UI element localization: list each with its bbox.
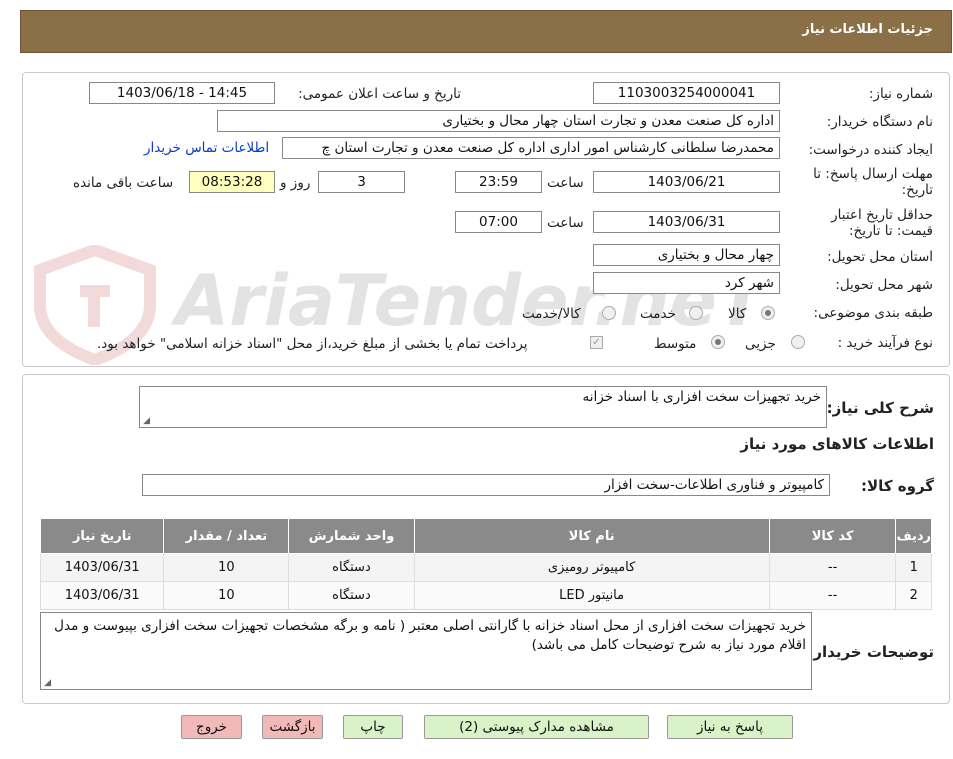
category-goods-label: کالا — [728, 306, 747, 322]
summary-label: شرح کلی نیاز: — [826, 399, 934, 417]
process-medium-label: متوسط — [654, 336, 697, 352]
days-label: روز و — [280, 175, 311, 191]
announce-field: 1403/06/18 - 14:45 — [89, 82, 275, 104]
goods-group-label: گروه کالا: — [861, 477, 934, 495]
goods-table: ردیف کد کالا نام کالا واحد شمارش تعداد /… — [39, 518, 932, 610]
remaining-time-label: ساعت باقی مانده — [73, 175, 174, 191]
buyer-notes-field: خرید تجهیزات سخت افزاری از محل اسناد خزا… — [40, 612, 812, 690]
goods-group-field: کامپیوتر و فناوری اطلاعات-سخت افزار — [142, 474, 830, 496]
validity-date-field: 1403/06/31 — [593, 211, 780, 233]
respond-button[interactable]: پاسخ به نیاز — [667, 715, 793, 739]
announce-label: تاریخ و ساعت اعلان عمومی: — [298, 86, 461, 102]
process-minor-label: جزیی — [745, 336, 776, 352]
print-button[interactable]: چاپ — [343, 715, 403, 739]
column-header-unit: واحد شمارش — [288, 518, 415, 554]
days-remaining-field: 3 — [318, 171, 405, 193]
process-medium-radio[interactable] — [711, 335, 725, 349]
resize-grip-icon[interactable]: ◢ — [142, 417, 150, 426]
column-header-name: نام کالا — [413, 518, 770, 554]
creator-label: ایجاد کننده درخواست: — [808, 142, 933, 158]
city-field: شهر کرد — [593, 272, 780, 294]
buyer-notes-label: توضیحات خریدار: — [807, 643, 934, 661]
column-header-quantity: تعداد / مقدار — [163, 518, 290, 554]
cell-code: -- — [768, 553, 897, 582]
validity-label: حداقل تاریخ اعتبار قیمت: تا تاریخ: — [831, 207, 933, 239]
cell-row-number: 1 — [895, 553, 932, 582]
summary-text: خرید تجهیزات سخت افزاری با اسناد خزانه — [582, 389, 821, 405]
cell-code: -- — [768, 581, 897, 610]
cell-quantity: 10 — [163, 581, 290, 610]
deadline-date-field: 1403/06/21 — [593, 171, 780, 193]
buyer-org-label: نام دستگاه خریدار: — [826, 114, 933, 130]
goods-section-title: اطلاعات کالاهای مورد نیاز — [740, 435, 934, 453]
column-header-need-date: تاریخ نیاز — [39, 518, 165, 554]
page-title: جزئیات اطلاعات نیاز — [802, 22, 933, 37]
deadline-label: مهلت ارسال پاسخ: تا تاریخ: — [813, 166, 933, 198]
process-minor-radio[interactable] — [791, 335, 805, 349]
category-goods-service-label: کالا/خدمت — [522, 306, 581, 322]
cell-unit: دستگاه — [288, 581, 415, 610]
cell-name: مانیتور LED — [413, 581, 770, 610]
cell-row-number: 2 — [895, 581, 932, 610]
cell-name: کامپیوتر رومیزی — [413, 553, 770, 582]
remaining-time-field: 08:53:28 — [189, 171, 275, 193]
goods-table-header: ردیف کد کالا نام کالا واحد شمارش تعداد /… — [39, 518, 932, 554]
category-label: طبقه بندی موضوعی: — [813, 305, 933, 321]
treasury-payment-checkbox[interactable]: ✓ — [590, 336, 603, 349]
category-goods-service-radio[interactable] — [602, 306, 616, 320]
province-field: چهار محال و بختیاری — [593, 244, 780, 266]
table-row: 2 -- مانیتور LED دستگاه 10 1403/06/31 — [39, 581, 932, 610]
back-button[interactable]: بازگشت — [262, 715, 323, 739]
cell-need-date: 1403/06/31 — [39, 553, 165, 582]
province-label: استان محل تحویل: — [827, 249, 933, 265]
column-header-row-number: ردیف — [895, 518, 932, 554]
category-service-label: خدمت — [640, 306, 676, 322]
deadline-time-field: 23:59 — [455, 171, 542, 193]
treasury-payment-note: پرداخت تمام یا بخشی از مبلغ خرید،از محل … — [97, 336, 528, 352]
table-row: 1 -- کامپیوتر رومیزی دستگاه 10 1403/06/3… — [39, 553, 932, 582]
column-header-code: کد کالا — [768, 518, 897, 554]
process-type-label: نوع فرآیند خرید : — [837, 335, 933, 351]
buyer-notes-text: خرید تجهیزات سخت افزاری از محل اسناد خزا… — [54, 618, 806, 653]
validity-time-field: 07:00 — [455, 211, 542, 233]
need-number-field: 1103003254000041 — [593, 82, 780, 104]
cell-need-date: 1403/06/31 — [39, 581, 165, 610]
cell-unit: دستگاه — [288, 553, 415, 582]
validity-time-label: ساعت — [547, 215, 584, 231]
buyer-contact-link[interactable]: اطلاعات تماس خریدار — [144, 140, 269, 156]
summary-field: خرید تجهیزات سخت افزاری با اسناد خزانه ◢ — [139, 386, 827, 428]
need-number-label: شماره نیاز: — [868, 86, 933, 102]
category-service-radio[interactable] — [689, 306, 703, 320]
exit-button[interactable]: خروج — [181, 715, 242, 739]
view-attachments-button[interactable]: مشاهده مدارک پیوستی (2) — [424, 715, 649, 739]
buyer-org-field: اداره کل صنعت معدن و تجارت استان چهار مح… — [217, 110, 780, 132]
category-goods-radio[interactable] — [761, 306, 775, 320]
city-label: شهر محل تحویل: — [835, 277, 933, 293]
resize-grip-icon[interactable]: ◢ — [43, 679, 51, 688]
cell-quantity: 10 — [163, 553, 290, 582]
page-header: جزئیات اطلاعات نیاز — [20, 10, 952, 53]
deadline-time-label: ساعت — [547, 175, 584, 191]
creator-field: محمدرضا سلطانی کارشناس امور اداری اداره … — [282, 137, 780, 159]
